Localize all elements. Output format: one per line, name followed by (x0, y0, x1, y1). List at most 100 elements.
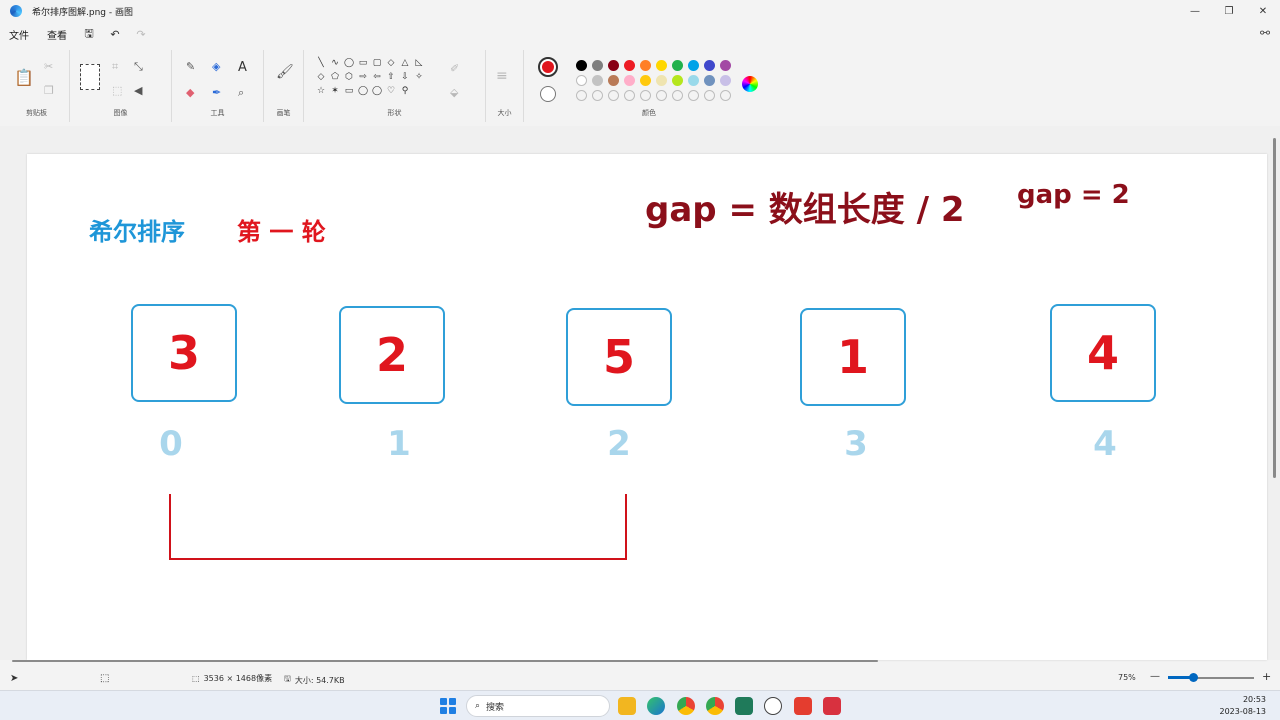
primary-color[interactable] (538, 57, 558, 77)
color-swatch[interactable] (608, 75, 619, 86)
minimize-button[interactable]: — (1178, 0, 1212, 22)
red-app-icon[interactable] (823, 697, 841, 715)
color-swatch[interactable] (688, 75, 699, 86)
color-swatch[interactable] (592, 60, 603, 71)
color-swatch[interactable] (704, 60, 715, 71)
crop-icon[interactable]: ⌗ (112, 60, 118, 74)
color-swatch[interactable] (592, 75, 603, 86)
select-icon[interactable] (80, 64, 100, 90)
color-swatch[interactable] (640, 60, 651, 71)
save-icon[interactable]: 🖫 (76, 25, 102, 44)
shape-option[interactable]: ◯ (342, 56, 356, 70)
color-swatch[interactable] (720, 75, 731, 86)
maximize-button[interactable]: ❐ (1212, 0, 1246, 22)
color-swatch[interactable] (688, 60, 699, 71)
code-editor-icon[interactable] (735, 697, 753, 715)
shape-option[interactable]: ∿ (328, 56, 342, 70)
copy-icon[interactable]: ❐ (44, 84, 54, 97)
custom-color-slot[interactable] (688, 90, 699, 101)
color-swatch[interactable] (576, 75, 587, 86)
custom-color-slot[interactable] (672, 90, 683, 101)
rotate-icon[interactable]: ◀ (134, 84, 142, 97)
shape-option[interactable]: ♡ (384, 84, 398, 98)
shape-option[interactable]: ▭ (356, 56, 370, 70)
fill-icon[interactable]: ◈ (212, 60, 220, 73)
custom-color-slot[interactable] (640, 90, 651, 101)
color-swatch[interactable] (624, 75, 635, 86)
color-swatch[interactable] (640, 75, 651, 86)
shape-option[interactable]: ✧ (412, 70, 426, 84)
shape-option[interactable]: ◯ (356, 84, 370, 98)
shape-option[interactable]: ☆ (314, 84, 328, 98)
windows-start-icon[interactable] (440, 698, 456, 714)
chrome-profile-icon[interactable] (706, 697, 724, 715)
horizontal-scrollbar[interactable] (12, 660, 878, 662)
shape-option[interactable]: ⇩ (398, 70, 412, 84)
shape-option[interactable]: ⇦ (370, 70, 384, 84)
color-picker-icon[interactable]: ✒ (212, 86, 221, 99)
shape-option[interactable]: ◺ (412, 56, 426, 70)
share-icon[interactable]: ⚯ (1260, 26, 1270, 40)
shape-option[interactable]: ⬠ (328, 70, 342, 84)
custom-color-slot[interactable] (720, 90, 731, 101)
shape-option[interactable]: △ (398, 56, 412, 70)
custom-color-slot[interactable] (656, 90, 667, 101)
shape-option[interactable]: ▭ (342, 84, 356, 98)
edit-colors-icon[interactable] (742, 76, 758, 92)
vertical-scrollbar[interactable] (1273, 138, 1276, 478)
color-swatch[interactable] (576, 60, 587, 71)
capture-app-icon[interactable] (764, 697, 782, 715)
color-swatch[interactable] (704, 75, 715, 86)
menu-file[interactable]: 文件 (0, 27, 38, 42)
outline-icon[interactable]: ✐ (450, 62, 459, 75)
shape-option[interactable]: ⬡ (342, 70, 356, 84)
brush-icon[interactable]: 🖌 (276, 64, 294, 80)
edge-icon[interactable] (647, 697, 665, 715)
line-size-icon[interactable]: ≡ (496, 68, 508, 84)
drawing-canvas[interactable]: 希尔排序 第 一 轮 gap = 数组长度 / 2 gap = 2 3 2 5 … (27, 154, 1267, 660)
color-swatch[interactable] (672, 60, 683, 71)
color-swatch[interactable] (656, 75, 667, 86)
shape-option[interactable]: ✶ (328, 84, 342, 98)
shape-option[interactable]: ◯ (370, 84, 384, 98)
text-tool-icon[interactable]: A (238, 60, 247, 75)
undo-icon[interactable]: ↶ (102, 28, 128, 41)
taskbar-search[interactable]: ⌕ 搜索 (466, 695, 610, 717)
color-swatch[interactable] (720, 60, 731, 71)
color-swatch[interactable] (608, 60, 619, 71)
shape-option[interactable]: ⇨ (356, 70, 370, 84)
shape-option[interactable]: ⇧ (384, 70, 398, 84)
file-explorer-icon[interactable] (618, 697, 636, 715)
close-button[interactable]: ✕ (1246, 0, 1280, 22)
custom-color-slot[interactable] (624, 90, 635, 101)
custom-color-slot[interactable] (592, 90, 603, 101)
chrome-icon[interactable] (677, 697, 695, 715)
custom-color-slot[interactable] (704, 90, 715, 101)
shape-option[interactable]: ◇ (384, 56, 398, 70)
cut-icon[interactable]: ✂ (44, 60, 53, 73)
shape-fill-icon[interactable]: ⬙ (450, 86, 458, 99)
shape-option[interactable]: ⚲ (398, 84, 412, 98)
menu-view[interactable]: 查看 (38, 27, 76, 42)
custom-color-slot[interactable] (576, 90, 587, 101)
color-swatch[interactable] (624, 60, 635, 71)
zoom-out-button[interactable]: — (1150, 671, 1160, 682)
color-swatch[interactable] (656, 60, 667, 71)
shape-option[interactable]: ▢ (370, 56, 384, 70)
zoom-slider-thumb[interactable] (1189, 673, 1198, 682)
custom-color-slot[interactable] (608, 90, 619, 101)
shape-option[interactable]: ╲ (314, 56, 328, 70)
resize-icon[interactable]: ⤡ (134, 60, 143, 74)
shape-option[interactable]: ◇ (314, 70, 328, 84)
color-swatch[interactable] (672, 75, 683, 86)
secondary-color[interactable] (540, 86, 556, 102)
redo-icon[interactable]: ↷ (128, 28, 154, 41)
system-clock[interactable]: 20:53 2023-08-13 (1220, 694, 1267, 718)
magnifier-icon[interactable]: ⌕ (238, 86, 244, 100)
paste-icon[interactable]: 📋 (14, 68, 34, 87)
pencil-icon[interactable]: ✎ (186, 60, 195, 73)
image-select-icon[interactable]: ⬚ (112, 84, 122, 97)
eraser-icon[interactable]: ◆ (186, 86, 194, 99)
xmind-icon[interactable] (794, 697, 812, 715)
zoom-in-button[interactable]: + (1262, 670, 1271, 683)
